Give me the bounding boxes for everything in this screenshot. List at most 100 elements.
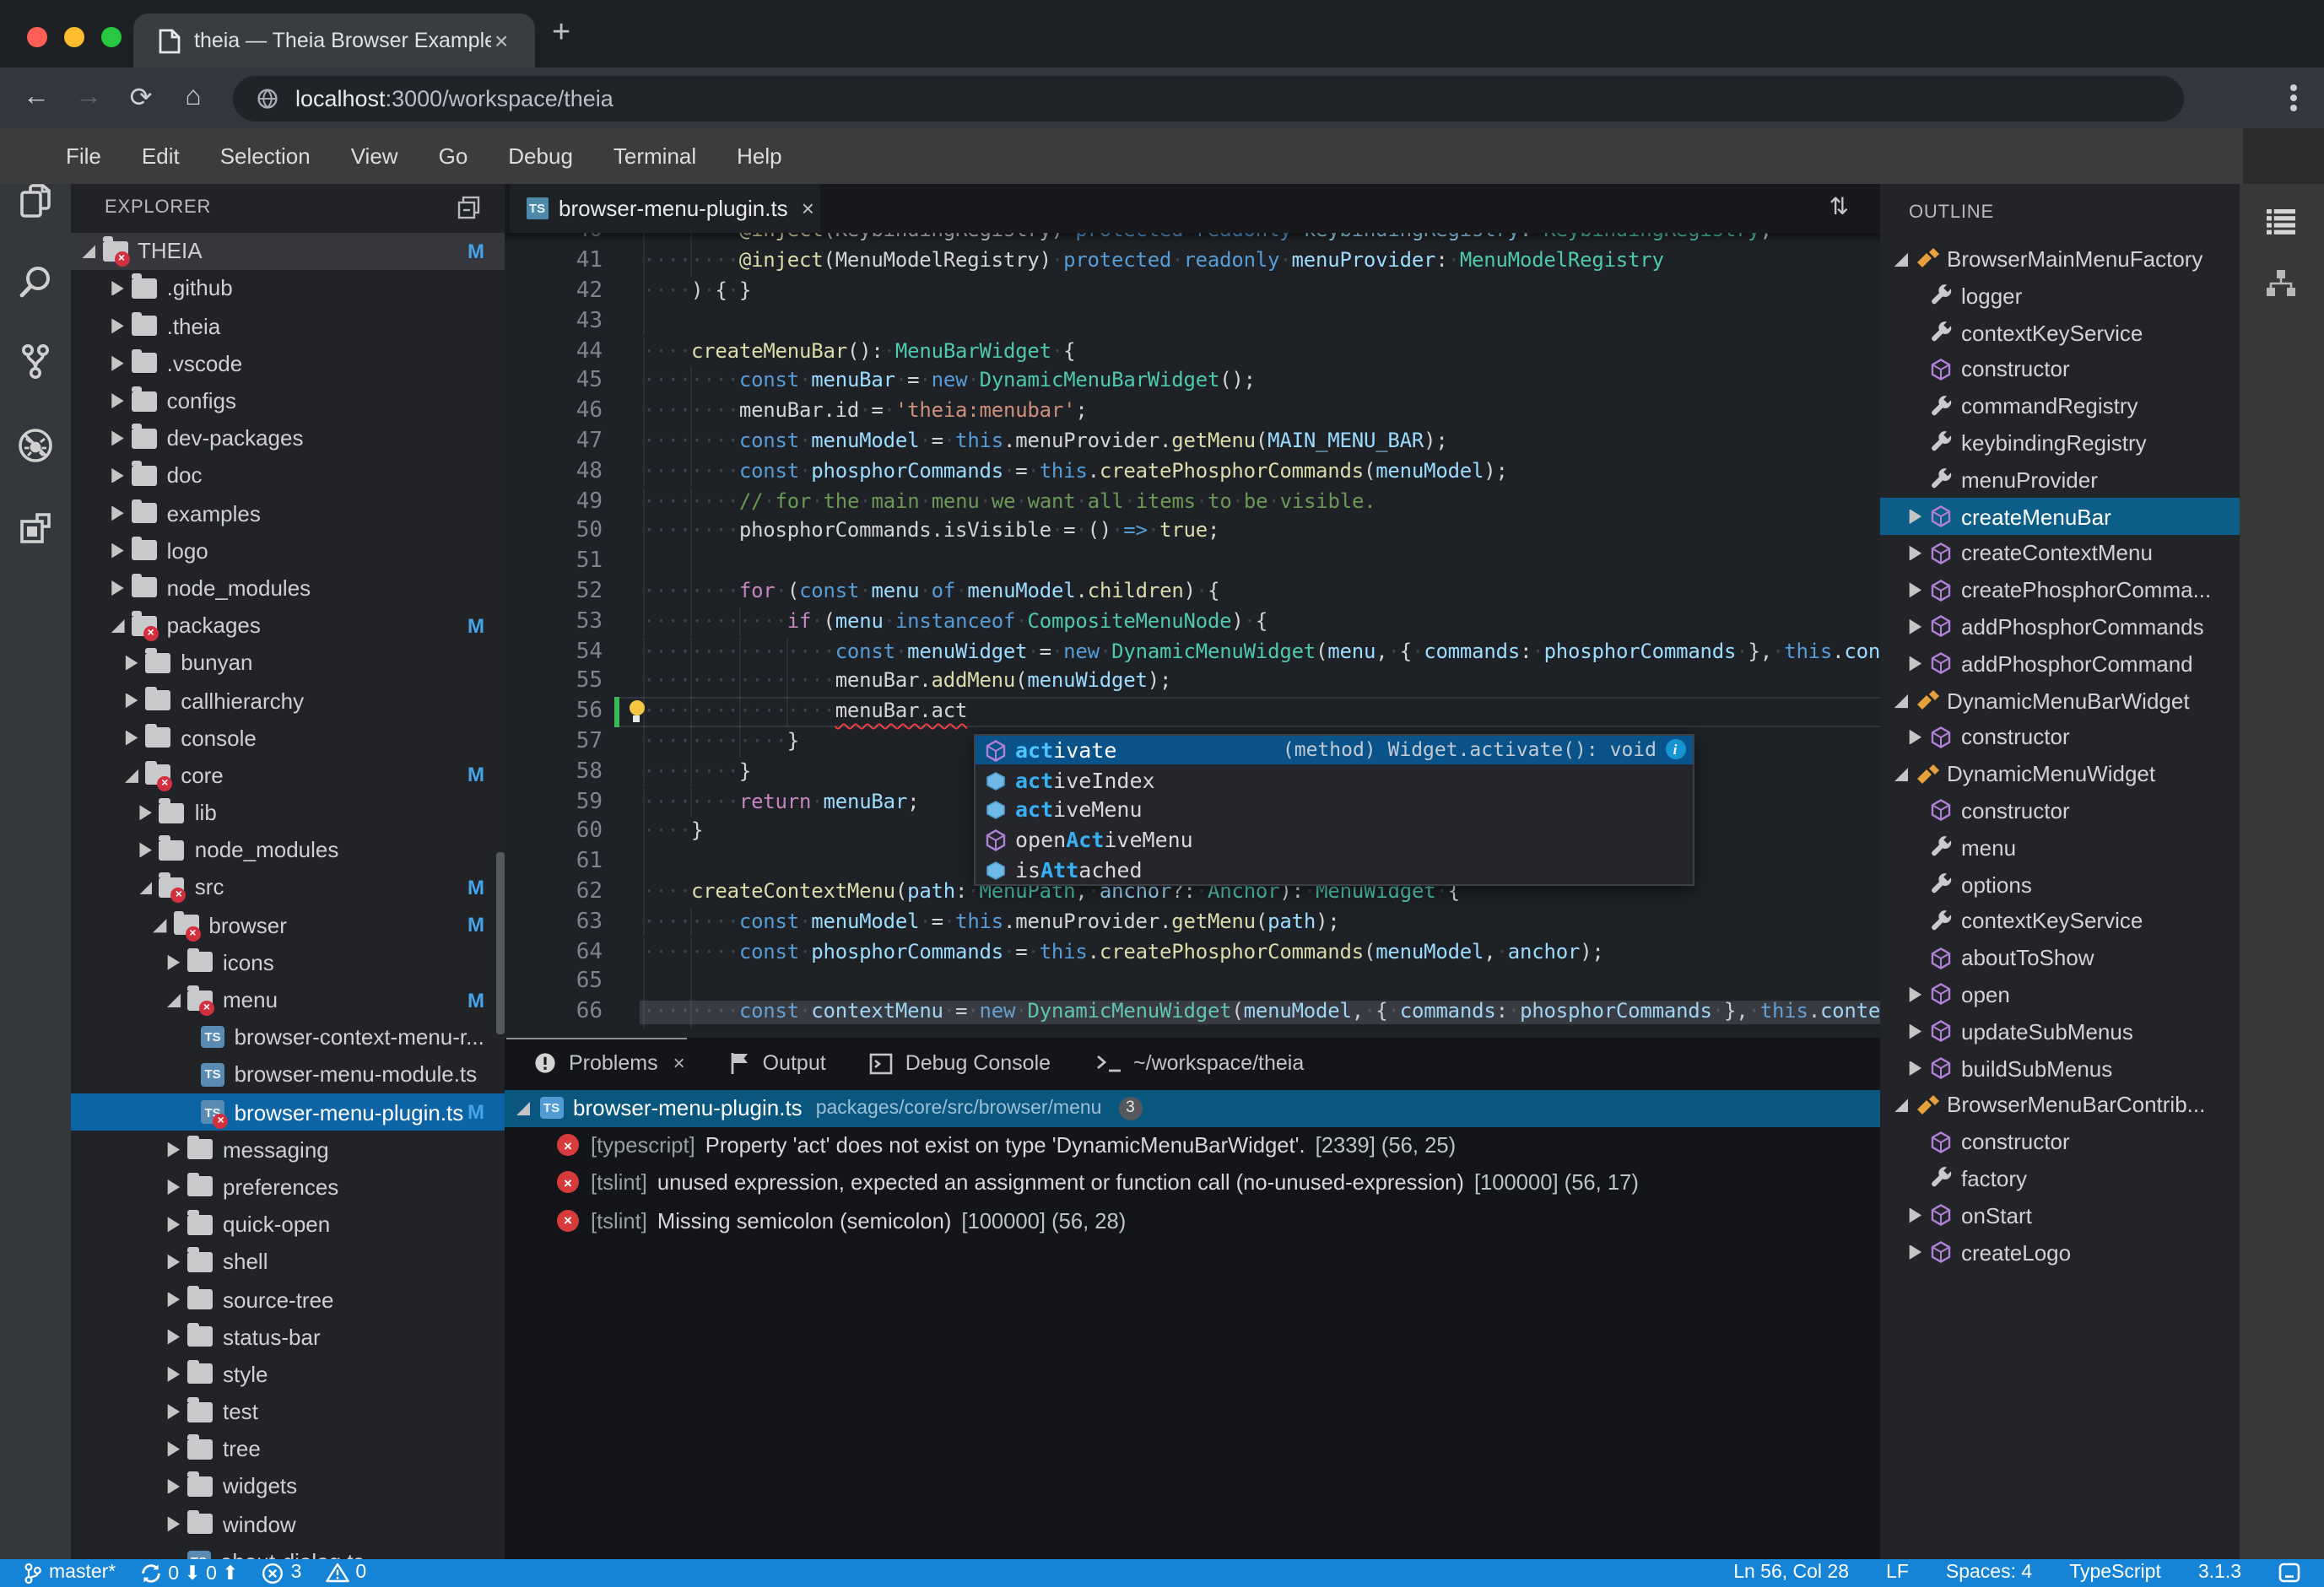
chevron-expanded-icon[interactable] — [138, 881, 153, 895]
chevron-collapsed-icon[interactable] — [111, 318, 124, 334]
sidebar-scrollbar[interactable] — [496, 852, 504, 1034]
status-typescript[interactable]: TypeScript — [2069, 1563, 2161, 1583]
chevron-collapsed-icon[interactable] — [167, 1516, 181, 1532]
outline-item-DynamicMenuBarWidget[interactable]: DynamicMenuBarWidget — [1879, 682, 2239, 719]
problems-file-group-row[interactable]: TS browser-menu-plugin.ts packages/core/… — [505, 1089, 1879, 1127]
chevron-collapsed-icon[interactable] — [167, 954, 181, 970]
folder-item-examples[interactable]: examples — [71, 494, 505, 532]
chevron-expanded-icon[interactable] — [1894, 768, 1908, 782]
chevron-expanded-icon[interactable] — [1894, 252, 1908, 267]
hierarchy-icon[interactable] — [2239, 255, 2324, 312]
outline-item-createContextMenu[interactable]: createContextMenu — [1879, 535, 2239, 572]
folder-item-configs[interactable]: configs — [71, 382, 505, 419]
chevron-collapsed-icon[interactable] — [167, 1142, 181, 1158]
outline-item-BrowserMenuBarContrib[interactable]: BrowserMenuBarContrib... — [1879, 1087, 2239, 1124]
folder-item-.vscode[interactable]: .vscode — [71, 345, 505, 382]
chevron-collapsed-icon[interactable] — [111, 467, 124, 483]
chevron-collapsed-icon[interactable] — [1909, 1023, 1922, 1039]
status-git-branch-icon[interactable]: master* — [24, 1562, 116, 1584]
chevron-expanded-icon[interactable] — [81, 245, 95, 259]
chevron-collapsed-icon[interactable] — [139, 842, 152, 858]
menu-file[interactable]: File — [46, 143, 122, 169]
menu-help[interactable]: Help — [716, 143, 803, 169]
outline-item-contextKeyService[interactable]: contextKeyService — [1879, 903, 2239, 940]
search-icon[interactable] — [0, 252, 71, 310]
outline-item-menu[interactable]: menu — [1879, 829, 2239, 866]
folder-item-dev-packages[interactable]: dev-packages — [71, 419, 505, 456]
outline-item-addPhosphorCommands[interactable]: addPhosphorCommands — [1879, 608, 2239, 645]
status-error-circle-icon[interactable]: 3 — [262, 1562, 301, 1584]
folder-item-src[interactable]: × src M — [71, 869, 505, 906]
status-ln-56-col-28[interactable]: Ln 56, Col 28 — [1733, 1563, 1849, 1583]
folder-item-console[interactable]: console — [71, 719, 505, 756]
problem-row[interactable]: × [typescript] Property 'act' does not exi… — [505, 1126, 1879, 1163]
chevron-collapsed-icon[interactable] — [1909, 1207, 1922, 1223]
panel-tab-output[interactable]: Output — [729, 1051, 826, 1075]
editor-tab[interactable]: TS browser-menu-plugin.ts × — [509, 184, 819, 232]
folder-item-browser[interactable]: × browser M — [71, 906, 505, 943]
chevron-collapsed-icon[interactable] — [111, 505, 124, 521]
chevron-collapsed-icon[interactable] — [111, 280, 124, 296]
folder-item-source-tree[interactable]: source-tree — [71, 1281, 505, 1318]
menu-go[interactable]: Go — [419, 143, 489, 169]
plugin-icon[interactable] — [0, 499, 71, 556]
chevron-collapsed-icon[interactable] — [1909, 986, 1922, 1002]
outline-item-logger[interactable]: logger — [1879, 278, 2239, 315]
chevron-expanded-icon[interactable] — [124, 769, 139, 783]
folder-item-menu[interactable]: × menu M — [71, 981, 505, 1018]
outline-item-DynamicMenuWidget[interactable]: DynamicMenuWidget — [1879, 756, 2239, 793]
chevron-collapsed-icon[interactable] — [167, 1179, 181, 1195]
chevron-collapsed-icon[interactable] — [167, 1329, 181, 1345]
folder-item-logo[interactable]: logo — [71, 532, 505, 569]
file-item-browser-context-menu-r...[interactable]: TS browser-context-menu-r... — [71, 1018, 505, 1055]
panel-tab-debug-console[interactable]: Debug Console — [870, 1051, 1051, 1075]
files-icon[interactable] — [0, 172, 71, 229]
panel-tab-problems[interactable]: Problems × — [533, 1051, 685, 1075]
chevron-collapsed-icon[interactable] — [111, 393, 124, 409]
outline-item-constructor[interactable]: constructor — [1879, 792, 2239, 829]
outline-item-factory[interactable]: factory — [1879, 1160, 2239, 1197]
panel-scrollbar[interactable] — [506, 1038, 687, 1040]
code-editor[interactable]: 40········@inject(KeybindingRegistry)·pr… — [505, 232, 1879, 1038]
window-zoom-button[interactable] — [101, 26, 122, 46]
chevron-collapsed-icon[interactable] — [111, 542, 124, 559]
outline-item-onStart[interactable]: onStart — [1879, 1197, 2239, 1234]
menu-selection[interactable]: Selection — [200, 143, 331, 169]
swap-editors-icon[interactable]: ⇅ — [1829, 192, 1849, 221]
panel-tab--workspace-theia[interactable]: ~/workspace/theia — [1094, 1051, 1304, 1075]
chevron-collapsed-icon[interactable] — [1909, 582, 1922, 598]
chevron-collapsed-icon[interactable] — [111, 355, 124, 371]
suggestion-activate[interactable]: activate (method) Widget.activate(): void… — [975, 735, 1692, 765]
menu-edit[interactable]: Edit — [122, 143, 200, 169]
outline-item-createMenuBar[interactable]: createMenuBar — [1879, 498, 2239, 535]
file-item-browser-menu-module.ts[interactable]: TS browser-menu-module.ts — [71, 1056, 505, 1093]
outline-item-constructor[interactable]: constructor — [1879, 1123, 2239, 1160]
folder-item-preferences[interactable]: preferences — [71, 1169, 505, 1206]
menu-terminal[interactable]: Terminal — [593, 143, 716, 169]
window-minimize-button[interactable] — [64, 26, 84, 46]
folder-item-window[interactable]: window — [71, 1505, 505, 1542]
chevron-collapsed-icon[interactable] — [167, 1441, 181, 1457]
back-icon[interactable]: ← — [10, 83, 62, 113]
browser-menu-icon[interactable]: ⋮ — [2290, 94, 2297, 101]
browser-tab[interactable]: theia — Theia Browser Example × — [133, 13, 535, 67]
chevron-expanded-icon[interactable] — [153, 919, 167, 933]
outline-item-commandRegistry[interactable]: commandRegistry — [1879, 388, 2239, 425]
folder-item-.theia[interactable]: .theia — [71, 307, 505, 344]
outline-item-createLogo[interactable]: createLogo — [1879, 1233, 2239, 1271]
folder-item-lib[interactable]: lib — [71, 794, 505, 831]
folder-item-nodemodules[interactable]: node_modules — [71, 569, 505, 607]
git-branch-icon[interactable] — [0, 332, 71, 390]
chevron-collapsed-icon[interactable] — [1909, 656, 1922, 672]
folder-item-test[interactable]: test — [71, 1393, 505, 1430]
folder-item-messaging[interactable]: messaging — [71, 1131, 505, 1168]
reload-icon[interactable]: ⟳ — [115, 81, 167, 115]
chevron-collapsed-icon[interactable] — [1909, 545, 1922, 561]
chevron-collapsed-icon[interactable] — [167, 1366, 181, 1382]
folder-item-style[interactable]: style — [71, 1356, 505, 1393]
outline-item-options[interactable]: options — [1879, 866, 2239, 903]
folder-item-tree[interactable]: tree — [71, 1430, 505, 1467]
info-icon[interactable]: i — [1665, 739, 1685, 760]
folder-item-shell[interactable]: shell — [71, 1244, 505, 1281]
chevron-collapsed-icon[interactable] — [111, 430, 124, 446]
